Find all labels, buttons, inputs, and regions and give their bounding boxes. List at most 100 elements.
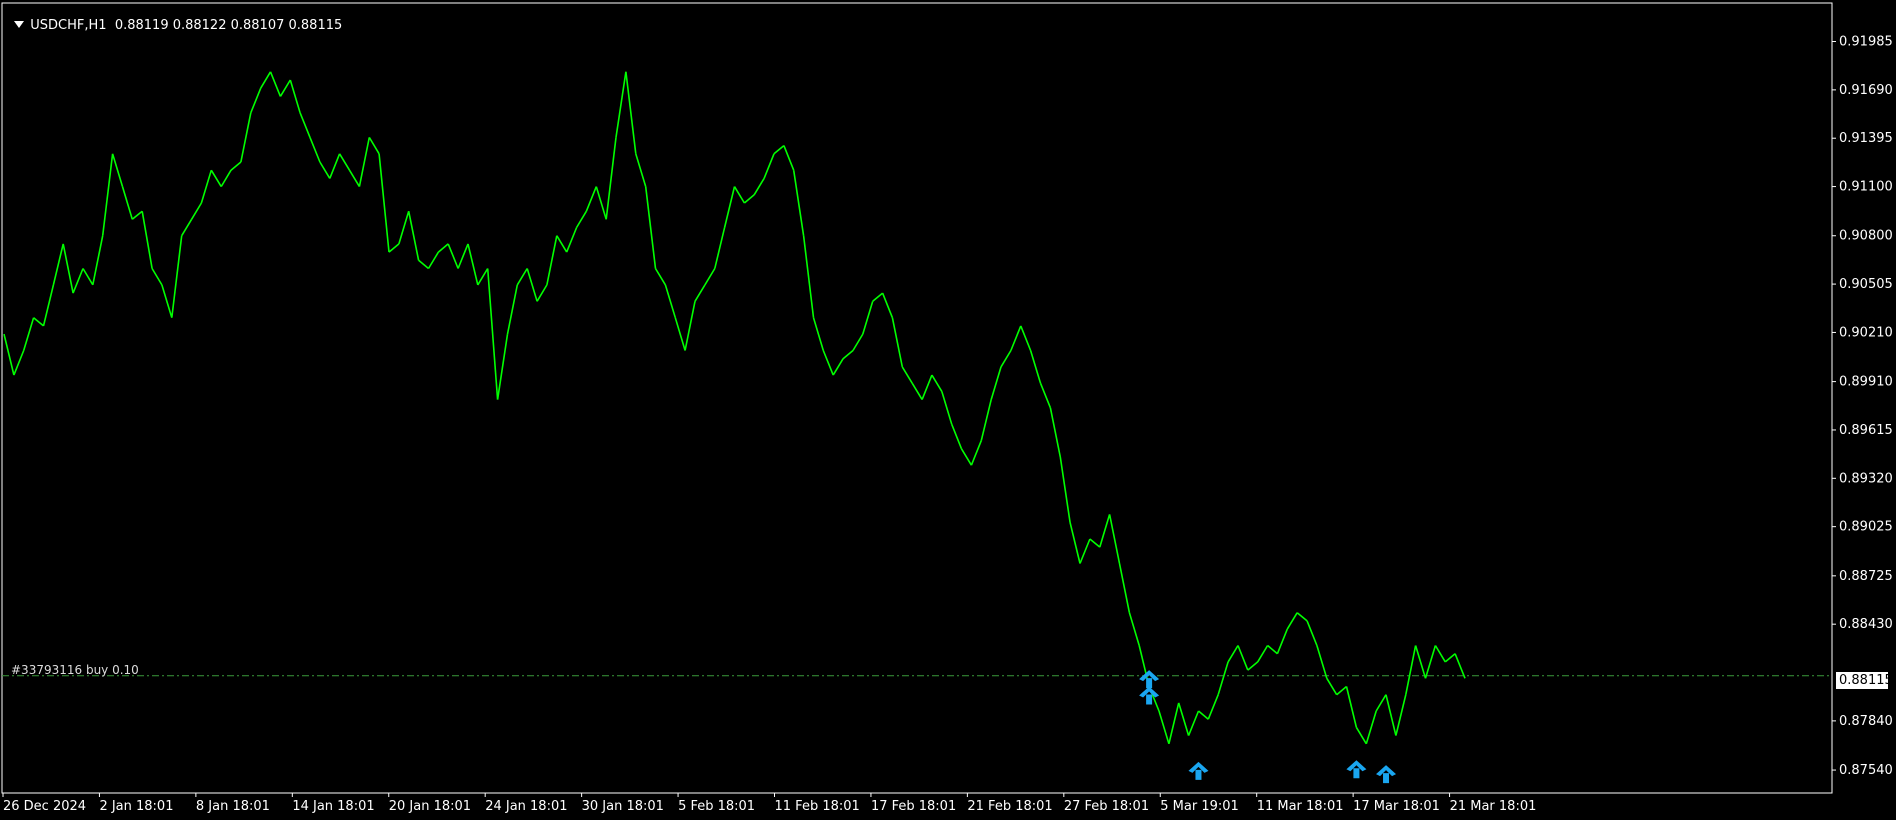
price-segment: [1010, 325, 1022, 351]
price-segment: [792, 170, 805, 236]
price-segment: [1217, 661, 1229, 695]
buy-arrow-icon[interactable]: [1376, 765, 1397, 784]
price-segment: [82, 268, 94, 286]
price-segment: [1395, 694, 1407, 736]
x-tick-label: 21 Feb 18:01: [967, 799, 1052, 814]
price-segment: [358, 137, 371, 187]
price-segment: [1385, 694, 1397, 736]
price-segment: [260, 71, 272, 89]
price-segment: [1296, 612, 1308, 622]
y-tick-label: 0.88725: [1839, 569, 1893, 584]
price-segment: [970, 440, 983, 466]
price-segment: [230, 161, 242, 171]
price-segment: [1069, 522, 1081, 564]
y-tick-label: 0.91690: [1839, 83, 1893, 98]
price-segment: [348, 169, 361, 188]
price-segment: [812, 317, 825, 351]
dropdown-triangle-icon[interactable]: [14, 21, 25, 28]
price-segment: [121, 186, 134, 220]
price-segment: [921, 374, 933, 400]
price-segment: [1454, 653, 1466, 679]
price-segment: [526, 268, 538, 302]
price-segment: [990, 366, 1002, 400]
price-segment: [1326, 677, 1338, 696]
price-segment: [1059, 456, 1071, 523]
buy-arrow-icon[interactable]: [1139, 670, 1160, 689]
price-segment: [92, 235, 104, 286]
price-segment: [329, 153, 341, 179]
price-segment: [516, 268, 528, 286]
x-tick-label: 2 Jan 18:01: [99, 799, 173, 814]
price-segment: [635, 153, 647, 187]
x-tick-label: 11 Feb 18:01: [775, 799, 860, 814]
price-segment: [1108, 514, 1121, 564]
price-segment: [101, 153, 114, 236]
price-segment: [1247, 661, 1259, 671]
price-segment: [743, 194, 755, 204]
price-segment: [1020, 325, 1032, 351]
price-segment: [950, 423, 963, 450]
price-segment: [1316, 645, 1328, 679]
price-segment: [832, 358, 844, 376]
y-tick-label: 0.89615: [1839, 423, 1893, 438]
price-segment: [437, 243, 449, 253]
price-segment: [1207, 694, 1219, 720]
order-label[interactable]: #33793116 buy 0.10: [11, 663, 139, 677]
x-tick-label: 30 Jan 18:01: [582, 799, 664, 814]
price-segment: [1434, 645, 1446, 663]
price-segment: [200, 169, 213, 204]
x-tick-label: 17 Mar 18:01: [1353, 799, 1440, 814]
price-segment: [891, 317, 904, 368]
price-segment: [171, 235, 183, 318]
buy-arrow-icon[interactable]: [1188, 761, 1209, 780]
price-segment: [319, 161, 331, 179]
price-segment: [822, 350, 834, 376]
price-segment: [72, 268, 84, 294]
price-segment: [1118, 563, 1131, 613]
price-segment: [1039, 382, 1052, 409]
price-segment: [1079, 538, 1091, 564]
price-segment: [52, 243, 64, 286]
price-segment: [1365, 710, 1377, 745]
price-segment: [1414, 645, 1427, 679]
price-segment: [733, 186, 746, 204]
price-segment: [131, 210, 143, 220]
y-tick-label: 0.87540: [1839, 763, 1893, 778]
price-segment: [881, 292, 894, 318]
price-segment: [388, 243, 400, 253]
price-segment: [536, 284, 548, 302]
y-tick-label: 0.91395: [1839, 131, 1893, 146]
price-segment: [644, 186, 657, 269]
price-segment: [62, 243, 74, 294]
x-tick-label: 27 Feb 18:01: [1064, 799, 1149, 814]
buy-arrow-icon[interactable]: [1346, 760, 1367, 779]
price-segment: [427, 251, 440, 269]
x-tick-label: 11 Mar 18:01: [1257, 799, 1344, 814]
ohlc-values: 0.88119 0.88122 0.88107 0.88115: [114, 18, 343, 33]
price-segment: [506, 284, 519, 335]
y-tick-label: 0.89910: [1839, 375, 1893, 390]
price-segment: [1158, 710, 1170, 745]
price-segment: [338, 153, 351, 171]
buy-arrows-group: [1139, 670, 1397, 784]
price-segment: [13, 350, 25, 376]
price-segment: [941, 391, 953, 425]
x-tick-label: 24 Jan 18:01: [485, 799, 567, 814]
price-segment: [901, 366, 913, 384]
price-chart: 0.91985 0.91690 0.91395 0.91100 0.90800 0.905…: [1, 2, 1893, 814]
price-segment: [1336, 685, 1348, 696]
price-segment: [654, 268, 667, 286]
price-segment: [1424, 645, 1437, 679]
price-segment: [22, 317, 35, 351]
price-segment: [556, 235, 568, 253]
price-segment: [1187, 710, 1200, 736]
price-segment: [852, 333, 864, 351]
price-segment: [368, 136, 380, 155]
price-segment: [585, 186, 598, 212]
price-segment: [723, 186, 736, 228]
price-segment: [1375, 694, 1387, 712]
price-segment: [546, 235, 558, 286]
x-tick-label: 8 Jan 18:01: [196, 799, 270, 814]
price-segment: [33, 317, 45, 327]
price-segment: [289, 79, 301, 114]
